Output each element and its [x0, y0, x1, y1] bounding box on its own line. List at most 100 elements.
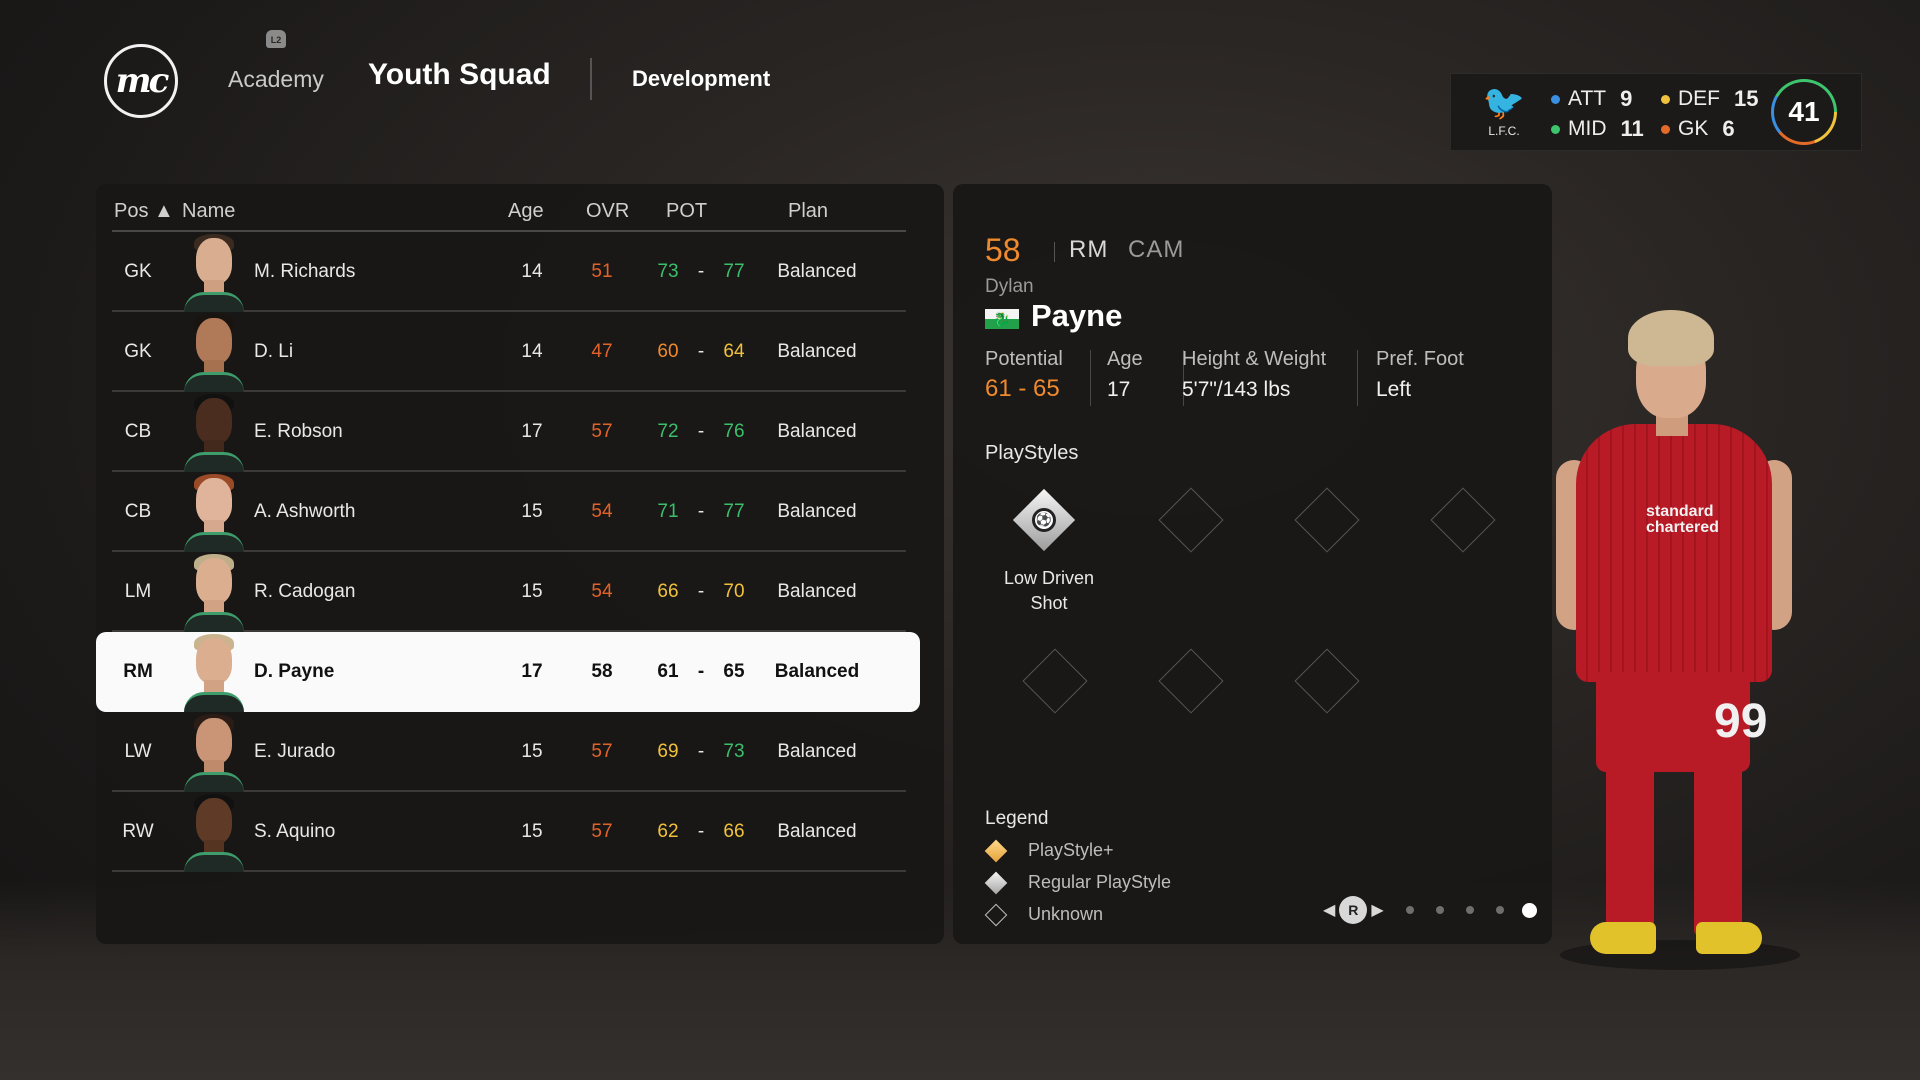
- table-row[interactable]: CB A. Ashworth 15 54 71 - 77 Balanced: [112, 472, 906, 552]
- player-plan: Balanced: [777, 821, 857, 842]
- club-crest-icon: 🐦 L.F.C.: [1482, 84, 1526, 138]
- club-stat-att: ATT 9: [1551, 86, 1632, 112]
- player-plan: Balanced: [777, 261, 857, 282]
- potential-label: Potential: [985, 348, 1063, 370]
- pot-dash: -: [697, 501, 705, 522]
- player-pot-low: 62: [657, 821, 679, 842]
- page-dot-active[interactable]: [1521, 902, 1537, 918]
- club-stat-value: 15: [1734, 86, 1759, 111]
- club-stat-label: DEF: [1678, 87, 1720, 110]
- table-row[interactable]: GK M. Richards 14 51 73 - 77 Balanced: [112, 232, 906, 312]
- player-plan: Balanced: [777, 581, 857, 602]
- playstyle-slot-empty[interactable]: [1430, 487, 1496, 553]
- detail-ovr: 58: [985, 232, 1021, 268]
- header-plan[interactable]: Plan: [788, 200, 828, 223]
- header-age[interactable]: Age: [508, 200, 544, 223]
- player-avatar: [184, 634, 244, 712]
- legend-regular-playstyle: Regular PlayStyle: [984, 871, 1171, 894]
- club-stat-value: 9: [1620, 86, 1633, 111]
- squad-rating: 41: [1774, 82, 1834, 142]
- player-avatar: [184, 394, 244, 472]
- player-ovr: 47: [591, 341, 613, 362]
- arrow-left-icon: ◀: [1323, 902, 1336, 919]
- attr-divider: [1090, 350, 1091, 406]
- player-age: 17: [521, 421, 543, 442]
- arrow-right-icon: ▶: [1371, 902, 1384, 919]
- player-age: 15: [521, 821, 543, 842]
- wales-flag-icon: 🐉: [985, 309, 1019, 329]
- player-ovr: 58: [591, 661, 613, 682]
- pot-dash: -: [697, 421, 705, 442]
- table-row[interactable]: CB E. Robson 17 57 72 - 76 Balanced: [112, 392, 906, 472]
- pref-foot-value: Left: [1376, 378, 1412, 401]
- player-position: CB: [124, 421, 152, 442]
- playstyle-slot-empty[interactable]: [1158, 487, 1224, 553]
- club-crest-label: L.F.C.: [1488, 124, 1520, 138]
- playstyle-slot-empty[interactable]: [1294, 648, 1360, 714]
- player-age: 14: [521, 261, 543, 282]
- page-dot[interactable]: [1405, 906, 1414, 914]
- playstyle-slot-empty[interactable]: [1294, 487, 1360, 553]
- player-pot-low: 72: [657, 421, 679, 442]
- page-title-youth-squad[interactable]: Youth Squad: [368, 58, 551, 92]
- player-age: 15: [521, 501, 543, 522]
- playstyle-slot-empty[interactable]: [1022, 648, 1088, 714]
- pref-foot-label: Pref. Foot: [1376, 348, 1464, 370]
- legend-label: PlayStyle+: [1028, 840, 1114, 860]
- player-pot-high: 64: [723, 341, 745, 362]
- player-model: standard chartered 99: [1556, 310, 1800, 990]
- header-pot[interactable]: POT: [666, 200, 707, 223]
- player-pot-high: 77: [723, 501, 745, 522]
- player-pot-high: 66: [723, 821, 745, 842]
- playstyle-name-line2: Shot: [1030, 593, 1068, 613]
- player-name: A. Ashworth: [254, 501, 356, 522]
- page-indicator[interactable]: ◀ R ▶: [1323, 896, 1537, 924]
- kit-sponsor: standard chartered: [1646, 503, 1719, 536]
- player-plan: Balanced: [777, 421, 857, 442]
- club-stat-value: 11: [1620, 116, 1644, 141]
- detail-last-name: Payne: [1031, 298, 1123, 333]
- gk-dot-icon: [1661, 124, 1670, 134]
- page-dot[interactable]: [1435, 906, 1444, 914]
- player-age: 17: [521, 661, 543, 682]
- page-dot[interactable]: [1495, 906, 1504, 914]
- table-row-selected[interactable]: RM D. Payne 17 58 61 - 65 Balanced: [96, 632, 920, 712]
- header-ovr[interactable]: OVR: [586, 200, 629, 223]
- kit-number: 99: [1714, 695, 1768, 748]
- player-pot-low: 61: [657, 661, 679, 682]
- table-row[interactable]: GK D. Li 14 47 60 - 64 Balanced: [112, 312, 906, 392]
- header-pos[interactable]: Pos ▲: [114, 200, 174, 223]
- def-dot-icon: [1661, 94, 1670, 104]
- player-pot-high: 76: [723, 421, 745, 442]
- detail-first-name: Dylan: [985, 276, 1034, 297]
- pot-dash: -: [697, 341, 705, 362]
- game-mode-logo: mc: [104, 44, 178, 118]
- club-stat-mid: MID 11: [1551, 116, 1644, 142]
- tab-academy[interactable]: Academy: [228, 66, 324, 93]
- playstyle-low-driven-shot[interactable]: ⚽: [1012, 488, 1076, 552]
- table-row[interactable]: RW S. Aquino 15 57 62 - 66 Balanced: [112, 792, 906, 872]
- player-position: LW: [124, 741, 152, 762]
- player-name: D. Payne: [254, 661, 335, 682]
- player-name: S. Aquino: [254, 821, 336, 842]
- playstyle-diamond-icon: ⚽: [1012, 488, 1076, 552]
- player-avatar: [184, 474, 244, 552]
- player-age: 14: [521, 341, 543, 362]
- player-pot-low: 71: [657, 501, 679, 522]
- page-dot[interactable]: [1465, 906, 1474, 914]
- player-pot-high: 77: [723, 261, 745, 282]
- table-row[interactable]: LW E. Jurado 15 57 69 - 73 Balanced: [112, 712, 906, 792]
- playstyle-plus-icon: [984, 839, 1008, 862]
- player-position: RW: [122, 821, 154, 842]
- player-ovr: 54: [591, 581, 613, 602]
- player-plan: Balanced: [777, 341, 857, 362]
- playstyle-slot-empty[interactable]: [1158, 648, 1224, 714]
- boot-icon: [1590, 922, 1656, 954]
- player-kit-shirt: standard chartered: [1576, 424, 1772, 682]
- player-name: E. Jurado: [254, 741, 336, 762]
- tab-development[interactable]: Development: [632, 66, 770, 92]
- table-row[interactable]: LM R. Cadogan 15 54 66 - 70 Balanced: [112, 552, 906, 632]
- player-pot-low: 60: [657, 341, 679, 362]
- pot-dash: -: [697, 741, 705, 762]
- header-name[interactable]: Name: [182, 200, 235, 223]
